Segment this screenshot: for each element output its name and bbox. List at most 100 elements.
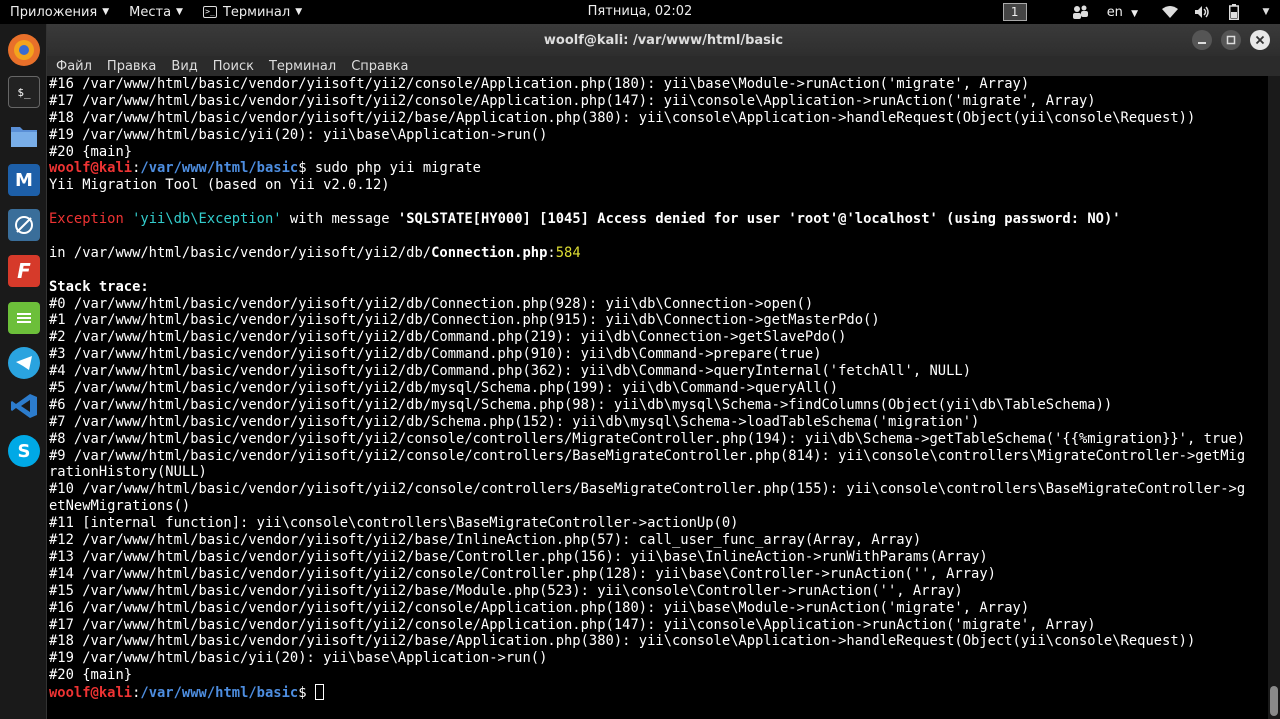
trace-line: #0 /var/www/html/basic/vendor/yiisoft/yi… — [49, 295, 814, 312]
power-menu[interactable]: ▼ — [1256, 4, 1276, 20]
trace-line: #20 {main} — [49, 143, 133, 160]
battery-icon[interactable] — [1224, 4, 1244, 20]
terminal-app-menu[interactable]: >_ Терминал ▼ — [193, 0, 312, 24]
minimize-button[interactable] — [1192, 30, 1212, 50]
trace-line: #8 /var/www/html/basic/vendor/yiisoft/yi… — [49, 430, 1246, 447]
menu-view[interactable]: Вид — [171, 59, 197, 74]
armitage-icon[interactable] — [8, 209, 40, 241]
trace-line: #19 /var/www/html/basic/yii(20): yii\bas… — [49, 126, 548, 143]
scrollbar-thumb[interactable] — [1270, 686, 1278, 716]
trace-line: #7 /var/www/html/basic/vendor/yiisoft/yi… — [49, 413, 980, 430]
exception-line: Exception 'yii\db\Exception' with messag… — [49, 211, 1268, 228]
places-menu[interactable]: Места ▼ — [119, 0, 193, 24]
tool-line: Yii Migration Tool (based on Yii v2.0.12… — [49, 177, 390, 194]
location-prefix: in /var/www/html/basic/vendor/yiisoft/yi… — [49, 244, 432, 261]
chevron-down-icon: ▼ — [295, 7, 303, 17]
dock: $_ M F S — [0, 24, 47, 719]
terminal-icon: >_ — [202, 6, 217, 18]
chevron-down-icon: ▼ — [176, 7, 183, 17]
metasploit-icon[interactable]: M — [8, 164, 40, 196]
command-text: sudo php yii migrate — [314, 160, 481, 177]
terminal-output[interactable]: #16 /var/www/html/basic/vendor/yiisoft/y… — [47, 76, 1268, 719]
trace-line: #3 /var/www/html/basic/vendor/yiisoft/yi… — [49, 346, 822, 363]
places-menu-label: Места — [129, 4, 172, 20]
prompt-path: /var/www/html/basic — [140, 685, 299, 702]
maximize-icon — [1226, 35, 1236, 45]
top-panel: Приложения ▼ Места ▼ >_ Терминал ▼ Пятни… — [0, 0, 1280, 24]
clock-label[interactable]: Пятница, 02:02 — [588, 4, 693, 19]
applications-menu-label: Приложения — [10, 4, 98, 20]
notes-icon[interactable] — [8, 302, 40, 334]
exception-location: in /var/www/html/basic/vendor/yiisoft/yi… — [49, 244, 581, 261]
prompt-path: /var/www/html/basic — [140, 160, 299, 177]
applications-menu[interactable]: Приложения ▼ — [0, 0, 119, 24]
skype-icon[interactable]: S — [8, 435, 40, 467]
trace-line: #6 /var/www/html/basic/vendor/yiisoft/yi… — [49, 396, 1113, 413]
trace-line: #1 /var/www/html/basic/vendor/yiisoft/yi… — [49, 312, 880, 329]
terminal-app-menu-label: Терминал — [222, 4, 291, 20]
terminal-window: woolf@kali: /var/www/html/basic Файл Пра… — [47, 24, 1280, 719]
menubar: Файл Правка Вид Поиск Терминал Справка — [47, 56, 1280, 76]
trace-line: #10 /var/www/html/basic/vendor/yiisoft/y… — [49, 481, 1246, 498]
trace-line: #16 /var/www/html/basic/vendor/yiisoft/y… — [49, 599, 1030, 616]
faraday-icon[interactable]: F — [8, 255, 40, 287]
trace-line: #17 /var/www/html/basic/vendor/yiisoft/y… — [49, 92, 1096, 109]
keyboard-layout-label: en — [1106, 4, 1123, 20]
window-title: woolf@kali: /var/www/html/basic — [543, 32, 784, 48]
stack-trace-title: Stack trace: — [49, 278, 149, 295]
keyboard-layout-menu[interactable]: en ▼ — [1107, 5, 1138, 20]
trace-line: #15 /var/www/html/basic/vendor/yiisoft/y… — [49, 582, 963, 599]
top-trace-lines: #16 /var/www/html/basic/vendor/yiisoft/y… — [49, 76, 1268, 160]
trace-line: #2 /var/www/html/basic/vendor/yiisoft/yi… — [49, 329, 847, 346]
chevron-down-icon: ▼ — [102, 7, 110, 17]
location-file: Connection.php — [431, 244, 548, 261]
exception-class: 'yii\db\Exception' — [132, 211, 282, 228]
users-icon[interactable] — [1071, 4, 1091, 20]
location-line-number: 584 — [555, 244, 581, 261]
workspace-indicator[interactable]: 1 — [1002, 3, 1027, 21]
files-icon[interactable] — [8, 120, 40, 152]
trace-line: #14 /var/www/html/basic/vendor/yiisoft/y… — [49, 565, 996, 582]
panel-tray: 1 en ▼ ▼ — [1002, 0, 1280, 24]
exception-message: 'SQLSTATE[HY000] [1045] Access denied fo… — [397, 211, 1121, 228]
trace-line: etNewMigrations() — [49, 498, 191, 515]
trace-line: #17 /var/www/html/basic/vendor/yiisoft/y… — [49, 616, 1096, 633]
prompt-user: woolf@kali — [49, 160, 133, 177]
trace-line: #20 {main} — [49, 667, 133, 684]
telegram-icon[interactable] — [8, 347, 40, 379]
trace-line: #13 /var/www/html/basic/vendor/yiisoft/y… — [49, 548, 988, 565]
volume-icon[interactable] — [1192, 4, 1212, 20]
trace-line: #19 /var/www/html/basic/yii(20): yii\bas… — [49, 650, 548, 667]
trace-line: #12 /var/www/html/basic/vendor/yiisoft/y… — [49, 532, 922, 549]
terminal-icon[interactable]: $_ — [8, 76, 40, 108]
trace-line: #11 [internal function]: yii\console\con… — [49, 515, 739, 532]
stack-trace: #0 /var/www/html/basic/vendor/yiisoft/yi… — [49, 296, 1268, 684]
exception-with: with message — [289, 211, 390, 228]
trace-line: #18 /var/www/html/basic/vendor/yiisoft/y… — [49, 109, 1196, 126]
current-prompt-line: woolf@kali:/var/www/html/basic$ — [49, 684, 1268, 701]
chevron-down-icon: ▼ — [1262, 7, 1270, 17]
prompt-user: woolf@kali — [49, 685, 133, 702]
menu-edit[interactable]: Правка — [107, 59, 156, 74]
trace-line: #5 /var/www/html/basic/vendor/yiisoft/yi… — [49, 380, 839, 397]
minimize-icon — [1198, 42, 1206, 44]
trace-line: #9 /var/www/html/basic/vendor/yiisoft/yi… — [49, 447, 1246, 464]
firefox-icon[interactable] — [8, 34, 40, 66]
close-button[interactable] — [1250, 30, 1270, 50]
window-titlebar[interactable]: woolf@kali: /var/www/html/basic — [47, 24, 1280, 56]
wifi-icon[interactable] — [1160, 4, 1180, 20]
exception-word: Exception — [49, 211, 124, 228]
close-icon — [1255, 35, 1265, 45]
terminal-scrollbar[interactable] — [1268, 76, 1280, 719]
text-cursor — [314, 684, 324, 701]
menu-search[interactable]: Поиск — [213, 59, 254, 74]
trace-line: rationHistory(NULL) — [49, 464, 207, 481]
chevron-down-icon: ▼ — [1131, 8, 1138, 19]
menu-terminal[interactable]: Терминал — [269, 59, 336, 74]
menu-help[interactable]: Справка — [351, 59, 408, 74]
trace-line: #4 /var/www/html/basic/vendor/yiisoft/yi… — [49, 363, 972, 380]
vscode-icon[interactable] — [8, 390, 40, 422]
menu-file[interactable]: Файл — [56, 59, 92, 74]
maximize-button[interactable] — [1221, 30, 1241, 50]
